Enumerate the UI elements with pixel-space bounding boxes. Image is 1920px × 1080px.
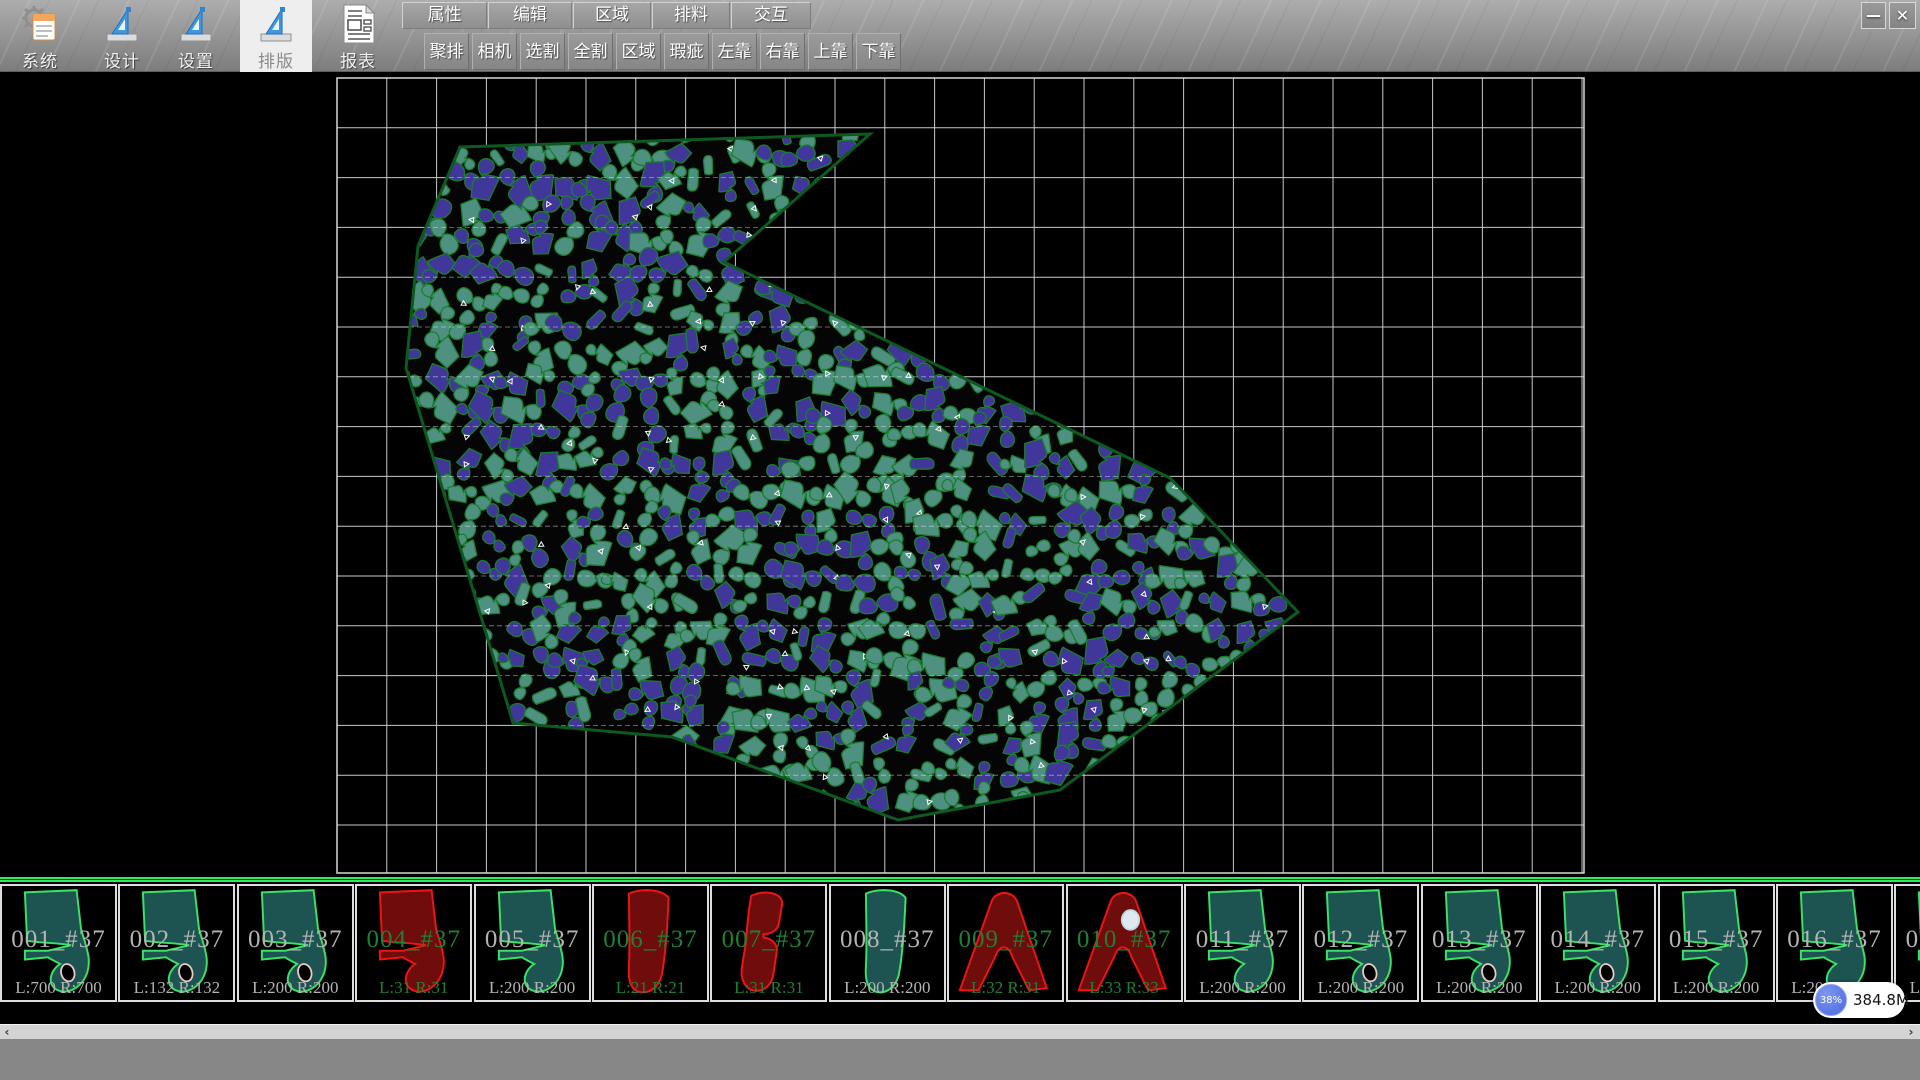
thumbnail-lr-count: L:200 R:200 — [1660, 978, 1773, 998]
tab-report-label: 报表 — [322, 47, 394, 72]
tab-settings[interactable]: 设置 — [160, 0, 232, 72]
thumbnail-scrollbar[interactable]: ‹ › — [0, 1024, 1920, 1039]
thumbnail-cell[interactable]: 011_#37 L:200 R:200 — [1184, 884, 1301, 1002]
thumbnail-cell[interactable]: 012_#37 L:200 R:200 — [1302, 884, 1419, 1002]
thumbnail-cell[interactable]: 008_#37 L:200 R:200 — [829, 884, 946, 1002]
thumbnail-id: 013_#37 — [1423, 926, 1536, 954]
nesting-canvas-area — [0, 72, 1920, 877]
thumbnail-lr-count: L:200 R:200 — [831, 978, 944, 998]
menu-tab-nesting[interactable]: 排料 — [652, 2, 730, 29]
tool-cluster-nest[interactable]: 聚排 — [424, 33, 469, 70]
thumbnail-id: 001_#37 — [2, 926, 115, 954]
thumbnail-cell[interactable]: 013_#37 L:200 R:200 — [1421, 884, 1538, 1002]
thumbnail-lr-count: L:200 R:200 — [1423, 978, 1536, 998]
thumbnail-id: 015_#37 — [1660, 926, 1773, 954]
strip-divider-line — [0, 877, 1920, 882]
close-icon: ✕ — [1896, 6, 1909, 25]
scroll-right-icon[interactable]: › — [1904, 1025, 1918, 1039]
tool-align-left[interactable]: 左靠 — [712, 33, 757, 70]
thumbnail-lr-count: L:200 R:200 — [1541, 978, 1654, 998]
thumbnail-id: 004_#37 — [357, 926, 470, 954]
thumbnail-id: 010_#37 — [1068, 926, 1181, 954]
thumbnail-cell[interactable]: 001_#37 L:700 R:700 — [0, 884, 117, 1002]
thumbnail-id: 011_#37 — [1186, 926, 1299, 954]
tool-align-bottom[interactable]: 下靠 — [856, 33, 901, 70]
report-icon — [336, 3, 380, 47]
menu-tab-interact[interactable]: 交互 — [731, 2, 811, 29]
ruler-icon — [100, 3, 144, 47]
tool-defect[interactable]: 瑕疵 — [664, 33, 709, 70]
scroll-left-icon[interactable]: ‹ — [0, 1025, 14, 1039]
thumbnail-lr-count: L:200 R:200 — [239, 978, 352, 998]
thumbnail-cell[interactable]: 005_#37 L:200 R:200 — [474, 884, 591, 1002]
tab-settings-label: 设置 — [160, 47, 232, 72]
thumbnail-cell[interactable]: 014_#37 L:200 R:200 — [1539, 884, 1656, 1002]
thumbnail-cell[interactable]: 015_#37 L:200 R:200 — [1658, 884, 1775, 1002]
menu-tab-edit[interactable]: 编辑 — [488, 2, 572, 29]
tab-system[interactable]: 系统 — [4, 0, 76, 72]
thumbnail-lr-count: L:200 R:200 — [1186, 978, 1299, 998]
thumbnail-id: 012_#37 — [1304, 926, 1417, 954]
thumbnail-lr-count: L:31 R:31 — [712, 978, 825, 998]
nesting-canvas[interactable] — [0, 72, 1920, 877]
thumbnail-lr-count: L:700 R:700 — [2, 978, 115, 998]
tool-align-right[interactable]: 右靠 — [760, 33, 805, 70]
thumbnail-cell[interactable]: 006_#37 L:21 R:21 — [592, 884, 709, 1002]
status-bar — [0, 1039, 1920, 1080]
thumbnail-lr-count: L:31 R:31 — [357, 978, 470, 998]
close-button[interactable]: ✕ — [1889, 2, 1916, 29]
tool-region[interactable]: 区域 — [616, 33, 661, 70]
tab-design-label: 设计 — [86, 47, 158, 72]
thumbnail-id: 002_#37 — [120, 926, 233, 954]
tab-design[interactable]: 设计 — [86, 0, 158, 72]
minimize-button[interactable]: — — [1861, 2, 1886, 29]
thumbnail-lr-count: L:132 R:132 — [120, 978, 233, 998]
tab-nesting-label: 排版 — [240, 47, 312, 72]
thumbnail-id: 003_#37 — [239, 926, 352, 954]
thumbnail-id: 007_#37 — [712, 926, 825, 954]
thumbnail-cell[interactable]: 007_#37 L:31 R:31 — [710, 884, 827, 1002]
thumbnail-cell[interactable]: 003_#37 L:200 R:200 — [237, 884, 354, 1002]
thumbnail-lr-count: L:33 R:33 — [1068, 978, 1181, 998]
thumbnail-id: 008_#37 — [831, 926, 944, 954]
tool-camera[interactable]: 相机 — [472, 33, 517, 70]
progress-circle: 38% — [1815, 984, 1847, 1016]
thumbnail-id: 016_#37 — [1778, 926, 1891, 954]
thumbnail-cell[interactable]: 004_#37 L:31 R:31 — [355, 884, 472, 1002]
toolbar: 系统 设计 设置 — [0, 0, 1920, 72]
tool-cut-all[interactable]: 全割 — [568, 33, 613, 70]
thumbnail-lr-count: L:32 R:31 — [949, 978, 1062, 998]
menu-tab-properties[interactable]: 属性 — [402, 2, 487, 29]
tool-select-cut[interactable]: 选割 — [520, 33, 565, 70]
tab-report[interactable]: 报表 — [322, 0, 394, 72]
thumbnail-strip: 001_#37L:700 R:700002_#37L:132 R:132003_… — [0, 877, 1920, 1024]
thumbnail-id: 005_#37 — [476, 926, 589, 954]
thumbnail-id: 009_#37 — [949, 926, 1062, 954]
thumbnail-lr-count: L:21 R:21 — [594, 978, 707, 998]
tab-nesting[interactable]: 排版 — [240, 0, 312, 72]
thumbnail-id: 017_#37 — [1896, 926, 1920, 954]
memory-value: 384.8M — [1853, 982, 1909, 1018]
menu-tab-region[interactable]: 区域 — [573, 2, 651, 29]
application-window: 系统 设计 设置 — [0, 0, 1920, 1080]
thumbnail-id: 014_#37 — [1541, 926, 1654, 954]
memory-usage-badge: 38% 384.8M — [1813, 982, 1905, 1018]
thumbnail-cell[interactable]: 010_#37 L:33 R:33 — [1066, 884, 1183, 1002]
minimize-icon: — — [1866, 6, 1881, 24]
thumbnail-lr-count: L:200 R:200 — [476, 978, 589, 998]
tab-system-label: 系统 — [4, 47, 76, 72]
ruler-icon — [254, 3, 298, 47]
thumbnail-cell[interactable]: 002_#37 L:132 R:132 — [118, 884, 235, 1002]
thumbnail-cell[interactable]: 009_#37 L:32 R:31 — [947, 884, 1064, 1002]
thumbnail-lr-count: L:200 R:200 — [1304, 978, 1417, 998]
ruler-icon — [174, 3, 218, 47]
tool-align-top[interactable]: 上靠 — [808, 33, 853, 70]
thumbnail-id: 006_#37 — [594, 926, 707, 954]
gear-panel-icon — [18, 3, 62, 47]
